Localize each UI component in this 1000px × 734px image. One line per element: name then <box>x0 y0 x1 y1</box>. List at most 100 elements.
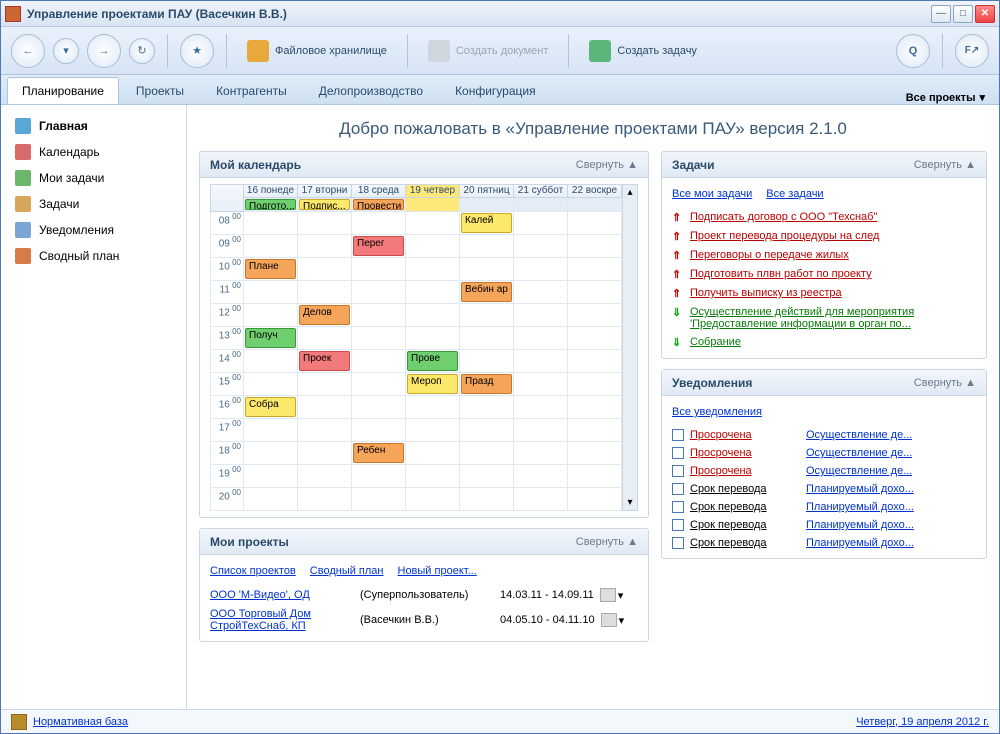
calendar-event[interactable]: Перег <box>353 236 404 256</box>
calendar-cell[interactable] <box>298 212 352 235</box>
calendar-cell[interactable] <box>460 488 514 511</box>
gantt-icon[interactable] <box>601 613 617 627</box>
calendar-cell[interactable] <box>298 419 352 442</box>
calendar-cell[interactable]: Вебин ар <box>460 281 514 304</box>
calendar-cell[interactable] <box>568 235 622 258</box>
calendar-cell[interactable] <box>514 212 568 235</box>
notification-status-link[interactable]: Срок перевода <box>690 501 800 513</box>
calendar-cell[interactable]: Ребен <box>352 442 406 465</box>
notification-subject-link[interactable]: Осуществление де... <box>806 465 912 477</box>
gantt-icon[interactable] <box>600 588 616 602</box>
maximize-button[interactable]: □ <box>953 5 973 23</box>
calendar-event[interactable]: Прове <box>407 351 458 371</box>
task-link[interactable]: Получить выписку из реестра <box>690 287 976 299</box>
calendar-cell[interactable] <box>568 488 622 511</box>
calendar-cell[interactable]: Калей <box>460 212 514 235</box>
allday-cell[interactable] <box>514 198 568 212</box>
calendar-cell[interactable] <box>244 235 298 258</box>
calendar-cell[interactable] <box>406 488 460 511</box>
calendar-event[interactable]: Мероп <box>407 374 458 394</box>
task-link[interactable]: Подготовить плвн работ по проекту <box>690 268 976 280</box>
calendar-grid[interactable]: 16 понедеПодгото...ПланеПолучСобра17 вто… <box>244 184 622 511</box>
calendar-cell[interactable] <box>568 327 622 350</box>
project-name-link[interactable]: ООО 'М-Видео', ОД <box>210 589 360 601</box>
calendar-cell[interactable] <box>514 235 568 258</box>
calendar-cell[interactable]: Получ <box>244 327 298 350</box>
search-button[interactable]: Q <box>896 34 930 68</box>
all-notifications-link[interactable]: Все уведомления <box>672 406 762 418</box>
minimize-button[interactable]: — <box>931 5 951 23</box>
all-tasks-link[interactable]: Все задачи <box>766 188 823 200</box>
notification-checkbox[interactable] <box>672 537 684 549</box>
calendar-cell[interactable] <box>568 281 622 304</box>
calendar-event[interactable]: Калей <box>461 213 512 233</box>
calendar-cell[interactable] <box>352 465 406 488</box>
main-tab[interactable]: Планирование <box>7 77 119 104</box>
new-project-link[interactable]: Новый проект... <box>398 565 477 577</box>
allday-cell[interactable]: Подпис... <box>298 198 352 212</box>
calendar-scrollbar[interactable]: ▴ ▾ <box>622 184 638 511</box>
notification-subject-link[interactable]: Планируемый дохо... <box>806 483 914 495</box>
calendar-day-column[interactable]: 22 воскре <box>568 184 622 511</box>
allday-cell[interactable] <box>460 198 514 212</box>
calendar-cell[interactable] <box>514 396 568 419</box>
calendar-cell[interactable] <box>406 235 460 258</box>
calendar-day-column[interactable]: 19 четверПровеМероп <box>406 184 460 511</box>
calendar-cell[interactable] <box>298 465 352 488</box>
regulatory-base-link[interactable]: Нормативная база <box>33 716 128 728</box>
main-tab[interactable]: Контрагенты <box>201 77 302 104</box>
calendar-cell[interactable] <box>298 442 352 465</box>
calendar-cell[interactable] <box>460 419 514 442</box>
calendar-cell[interactable] <box>298 327 352 350</box>
calendar-cell[interactable] <box>514 304 568 327</box>
calendar-cell[interactable]: Празд <box>460 373 514 396</box>
notification-subject-link[interactable]: Планируемый дохо... <box>806 501 914 513</box>
calendar-cell[interactable] <box>460 442 514 465</box>
day-header[interactable]: 16 понеде <box>244 184 298 198</box>
notification-status-link[interactable]: Срок перевода <box>690 519 800 531</box>
summary-plan-link[interactable]: Сводный план <box>310 565 384 577</box>
calendar-event[interactable]: Плане <box>245 259 296 279</box>
calendar-cell[interactable] <box>244 373 298 396</box>
calendar-cell[interactable] <box>406 442 460 465</box>
notification-checkbox[interactable] <box>672 483 684 495</box>
create-task-action[interactable]: Создать задачу <box>581 36 705 66</box>
calendar-cell[interactable] <box>514 419 568 442</box>
calendar-cell[interactable] <box>514 465 568 488</box>
notification-status-link[interactable]: Просрочена <box>690 447 800 459</box>
calendar-cell[interactable] <box>298 235 352 258</box>
calendar-cell[interactable] <box>406 258 460 281</box>
calendar-cell[interactable] <box>460 350 514 373</box>
calendar-cell[interactable]: Прове <box>406 350 460 373</box>
calendar-event[interactable]: Проек <box>299 351 350 371</box>
calendar-cell[interactable] <box>406 419 460 442</box>
calendar-cell[interactable] <box>568 373 622 396</box>
file-storage-action[interactable]: Файловое хранилище <box>239 36 395 66</box>
task-link[interactable]: Подписать договор с ООО "Техснаб" <box>690 211 976 223</box>
calendar-cell[interactable] <box>514 258 568 281</box>
day-header[interactable]: 20 пятниц <box>460 184 514 198</box>
calendar-cell[interactable] <box>406 396 460 419</box>
sidebar-item[interactable]: Сводный план <box>1 243 186 269</box>
allday-cell[interactable]: Подгото... <box>244 198 298 212</box>
calendar-cell[interactable]: Плане <box>244 258 298 281</box>
close-button[interactable]: ✕ <box>975 5 995 23</box>
back-button[interactable]: ← <box>11 34 45 68</box>
notification-status-link[interactable]: Просрочена <box>690 429 800 441</box>
create-document-action[interactable]: Создать документ <box>420 36 557 66</box>
main-tab[interactable]: Конфигурация <box>440 77 551 104</box>
calendar-cell[interactable] <box>352 258 406 281</box>
calendar-cell[interactable] <box>244 304 298 327</box>
projects-list-link[interactable]: Список проектов <box>210 565 296 577</box>
calendar-day-column[interactable]: 18 средаПровестиПерегРебен <box>352 184 406 511</box>
calendar-cell[interactable]: Проек <box>298 350 352 373</box>
day-header[interactable]: 18 среда <box>352 184 406 198</box>
day-header[interactable]: 22 воскре <box>568 184 622 198</box>
collapse-button[interactable]: Свернуть ▲ <box>914 159 976 171</box>
calendar-cell[interactable] <box>352 488 406 511</box>
calendar-cell[interactable] <box>352 419 406 442</box>
notification-subject-link[interactable]: Осуществление де... <box>806 447 912 459</box>
main-tab[interactable]: Делопроизводство <box>304 77 438 104</box>
calendar-day-column[interactable]: 16 понедеПодгото...ПланеПолучСобра <box>244 184 298 511</box>
calendar-event[interactable]: Вебин ар <box>461 282 512 302</box>
